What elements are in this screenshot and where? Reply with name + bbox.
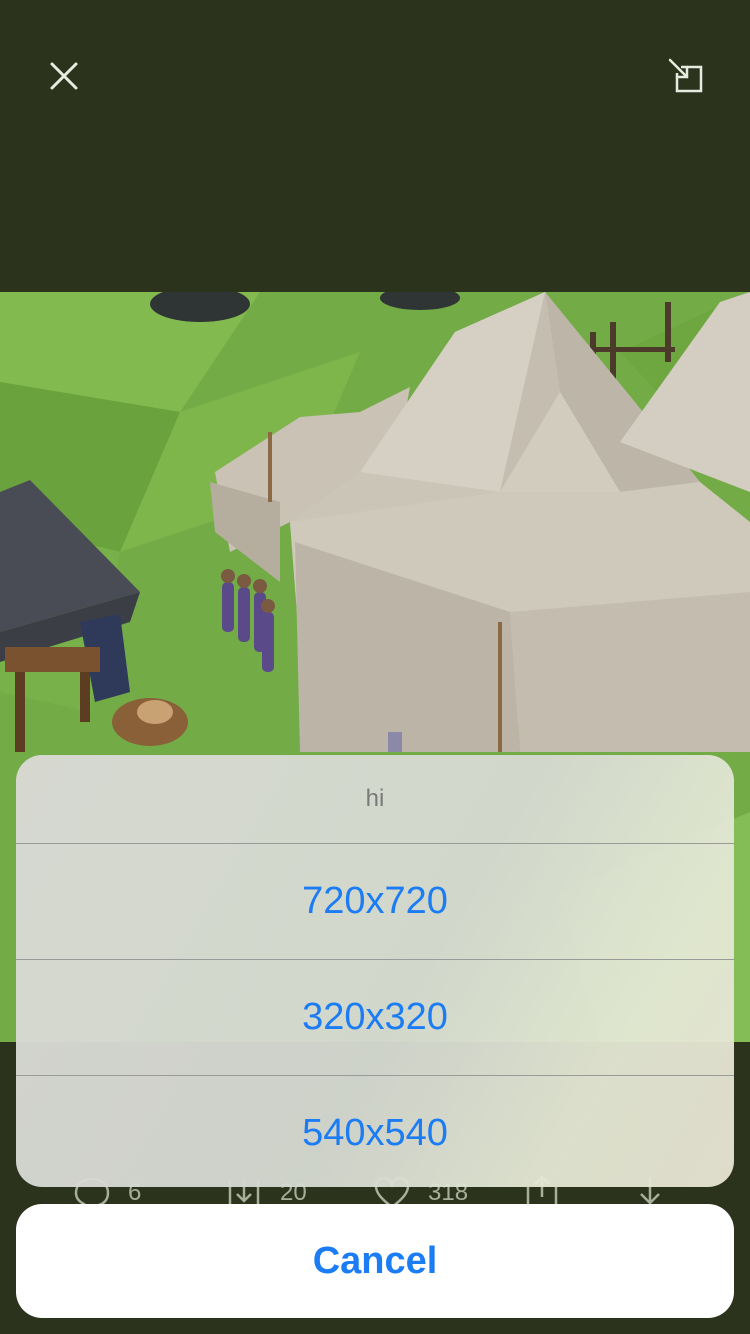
- close-button[interactable]: [36, 48, 92, 104]
- action-sheet: hi 720x720 320x320 540x540: [16, 755, 734, 1187]
- action-sheet-title: hi: [365, 785, 385, 812]
- option-540x540[interactable]: 540x540: [16, 1075, 734, 1187]
- cancel-button[interactable]: Cancel: [16, 1204, 734, 1318]
- picture-in-picture-exit-icon: [667, 57, 705, 95]
- minimize-button[interactable]: [658, 48, 714, 104]
- top-bar: [0, 0, 750, 292]
- option-320x320[interactable]: 320x320: [16, 959, 734, 1075]
- close-icon: [49, 61, 79, 91]
- option-720x720[interactable]: 720x720: [16, 843, 734, 959]
